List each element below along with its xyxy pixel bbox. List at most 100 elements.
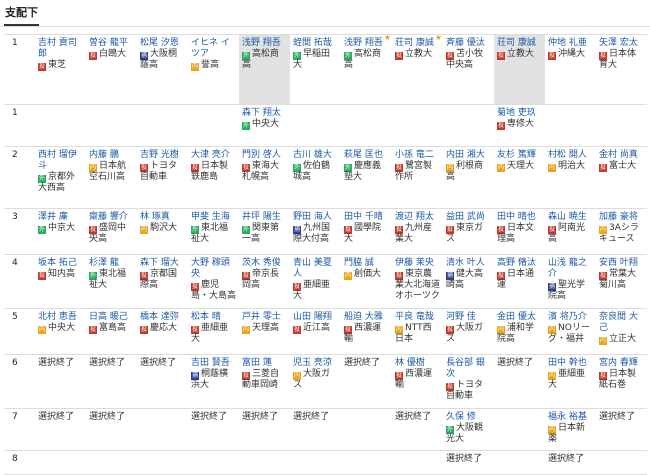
- school-name: 立教大: [507, 49, 535, 59]
- player-school: 投沖縄大: [548, 49, 593, 60]
- player-name-link[interactable]: 渡辺 翔太: [395, 212, 440, 223]
- player-name-link[interactable]: 松尾 汐恩: [140, 38, 185, 49]
- player-name-link[interactable]: 田中 千晴: [344, 212, 389, 223]
- player-name-link[interactable]: 松本 晴: [191, 312, 236, 323]
- player-name-link[interactable]: 古川 雄大: [293, 150, 338, 161]
- player-name-link[interactable]: 高野 脩汰: [497, 258, 542, 269]
- player-name-link[interactable]: 金田 優太: [497, 312, 542, 323]
- player-name-link[interactable]: 浅野 翔吾: [344, 38, 389, 49]
- player-name-link[interactable]: 門別 啓人: [242, 150, 287, 161]
- player-name-link[interactable]: 青山 美夏人: [293, 258, 338, 280]
- player-name-link[interactable]: 蛭間 拓哉: [293, 38, 338, 49]
- player-name-link[interactable]: 吉野 光樹: [140, 150, 185, 161]
- player-name-link[interactable]: 平良 竜哉: [395, 312, 440, 323]
- player-name-link[interactable]: 北村 恵吾: [38, 312, 83, 323]
- player-name-link[interactable]: 坂本 拓己: [38, 258, 83, 269]
- player-name-link[interactable]: 荘司 康誠: [497, 38, 542, 49]
- pick-cell-starred: 浅野 翔吾外高松商高: [341, 33, 392, 106]
- pick-cell: 萩尾 匡也外慶應義塾大: [341, 145, 392, 210]
- player-name-link[interactable]: 茨木 秀俊: [242, 258, 287, 269]
- player-name-link[interactable]: 田中 晴也: [497, 212, 542, 223]
- draft-round-row: 4 坂本 拓己投知内高 杉澤 龍外東北福祉大 森下 瑠大投京都国際高 大野 稼頭央投鹿児…: [4, 253, 647, 310]
- player-name-link[interactable]: 清水 叶人: [446, 258, 491, 269]
- player-name-link[interactable]: 富田 蓮: [242, 358, 287, 369]
- player-school: 外高松商高: [242, 49, 287, 71]
- player-name-link[interactable]: 伊藤 茉央: [395, 258, 440, 269]
- player-name-link[interactable]: 濱 将乃介: [548, 312, 593, 323]
- player-name-link[interactable]: 森下 翔太: [242, 108, 287, 119]
- player-name-link[interactable]: 仲地 礼亜: [548, 38, 593, 49]
- player-name-link[interactable]: イヒネ イツア: [191, 38, 236, 60]
- player-school: 投近江高: [293, 323, 338, 335]
- player-name-link[interactable]: 宮内 春輝: [599, 358, 644, 369]
- player-name-link[interactable]: 門脇 誠: [344, 258, 389, 269]
- player-name-link[interactable]: 井坪 陽生: [242, 212, 287, 223]
- player-name-link[interactable]: 吉村 貢司郎: [38, 38, 83, 60]
- pick-cell: 蛭間 拓哉外早稲田大: [290, 33, 341, 106]
- player-name-link[interactable]: 大津 亮介: [191, 150, 236, 161]
- player-name-link[interactable]: 益田 武尚: [446, 212, 491, 223]
- position-badge: 投: [191, 282, 199, 291]
- player-name-link[interactable]: 林 琢真: [140, 212, 185, 223]
- player-school: 外京都外大西高: [38, 172, 83, 194]
- player-name-link[interactable]: 戸井 零士: [242, 312, 287, 323]
- pick-cell: 野田 海人捕九州国際大付高: [290, 208, 341, 255]
- player-name-link[interactable]: 長谷部 銀次: [446, 358, 491, 380]
- player-name-link[interactable]: 野田 海人: [293, 212, 338, 223]
- player-name-link[interactable]: 加藤 豪将: [599, 212, 644, 223]
- player-name-link[interactable]: 菊地 吏玖: [497, 108, 542, 119]
- player-name-link[interactable]: 奈良間 大己: [599, 312, 644, 334]
- player-name-link[interactable]: 山浅 龍之介: [548, 258, 593, 280]
- pick-cell: 選択終了: [86, 353, 137, 409]
- position-badge: 投: [599, 163, 607, 172]
- pick-cell: 宮内 春輝投日本製紙石巻: [596, 353, 647, 409]
- player-name-link[interactable]: 河野 佳: [446, 312, 491, 323]
- player-school: 外大阪観光大: [446, 423, 491, 445]
- pick-cell: 選択終了: [341, 353, 392, 409]
- player-name-link[interactable]: 甲斐 生海: [191, 212, 236, 223]
- player-name-link[interactable]: 大野 稼頭央: [191, 258, 236, 280]
- player-name-link[interactable]: 小孫 竜二: [395, 150, 440, 161]
- player-school: 投三菱自動車岡崎: [242, 369, 287, 391]
- pick-cell: 久保 修外大阪観光大: [443, 407, 494, 452]
- player-name-link[interactable]: 森山 暁生: [548, 212, 593, 223]
- pick-cell: 大野 稼頭央投鹿児島・大島高: [188, 253, 239, 310]
- position-badge: 投: [395, 52, 403, 60]
- player-school: 投東京農業大北海道オホーツク: [395, 269, 440, 302]
- player-name-link[interactable]: 浅野 翔吾: [242, 38, 287, 49]
- player-name-link[interactable]: 齋藤 響介: [89, 212, 134, 223]
- position-badge: 内: [497, 163, 505, 172]
- tab-shihaika[interactable]: 支配下: [4, 4, 39, 26]
- player-name-link[interactable]: 橋本 達弥: [140, 312, 185, 323]
- player-name-link[interactable]: 林 優樹: [395, 358, 440, 369]
- player-name-link[interactable]: 曽谷 龍平: [89, 38, 134, 49]
- player-name-link[interactable]: 杉澤 龍: [89, 258, 134, 269]
- player-name-link[interactable]: 萩尾 匡也: [344, 150, 389, 161]
- player-name-link[interactable]: 矢澤 宏太: [599, 38, 644, 49]
- player-name-link[interactable]: 西村 瑠伊斗: [38, 150, 83, 172]
- player-name-link[interactable]: 船迫 大雅: [344, 312, 389, 323]
- player-name-link[interactable]: 斉藤 優汰: [446, 38, 491, 49]
- selection-finished-label: 選択終了: [446, 454, 483, 465]
- player-name-link[interactable]: 澤井 廉: [38, 212, 83, 223]
- player-name-link[interactable]: 日高 暖己: [89, 312, 134, 323]
- player-name-link[interactable]: 児玉 亮涼: [293, 358, 338, 369]
- pick-cell: [341, 407, 392, 452]
- pick-cell: 吉野 光樹投トヨタ自動車: [137, 145, 188, 210]
- player-name-link[interactable]: 森下 瑠大: [140, 258, 185, 269]
- player-name-link[interactable]: 村松 開人: [548, 150, 593, 161]
- player-name-link[interactable]: 内田 湘大: [446, 150, 491, 161]
- selection-finished-label: 選択終了: [38, 357, 75, 368]
- player-name-link[interactable]: 山田 陽翔: [293, 312, 338, 323]
- player-name-link[interactable]: 安西 叶翔: [599, 258, 644, 269]
- player-name-link[interactable]: 久保 修: [446, 412, 491, 423]
- player-name-link[interactable]: 友杉 篤輝: [497, 150, 542, 161]
- pick-cell: 清水 叶人捕健大高崎高: [443, 253, 494, 310]
- player-name-link[interactable]: 吉田 賢吾: [191, 358, 236, 369]
- player-name-link[interactable]: 田中 幹也: [548, 358, 593, 369]
- player-name-link[interactable]: 福永 裕基: [548, 412, 593, 423]
- player-name-link[interactable]: 金村 尚真: [599, 150, 644, 161]
- player-name-link[interactable]: 荘司 康誠: [395, 38, 440, 49]
- player-name-link[interactable]: 内藤 鵬: [89, 150, 134, 161]
- player-school: 捕九州国際大付高: [293, 223, 338, 245]
